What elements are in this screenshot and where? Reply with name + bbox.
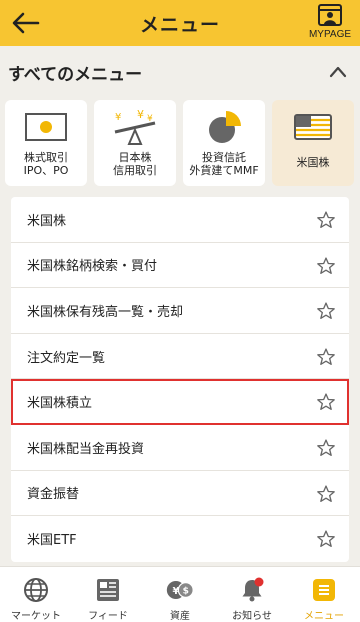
list-item-label: 米国株保有残高一覧・売却 xyxy=(27,304,184,320)
svg-text:¥: ¥ xyxy=(115,112,121,123)
mypage-label: MYPAGE xyxy=(308,29,352,40)
tile-label: 米国株 xyxy=(296,156,330,169)
tile-label: 投資信託 外貨建てMMF xyxy=(189,151,259,177)
star-icon[interactable] xyxy=(316,301,336,321)
notification-dot xyxy=(254,577,264,587)
list-item-label: 米国株銘柄検索・買付 xyxy=(27,259,158,275)
star-icon[interactable] xyxy=(316,529,336,549)
assets-icon: ¥ $ xyxy=(166,580,194,600)
star-icon[interactable] xyxy=(316,256,336,276)
margin-scale-icon: ¥ ¥ ¥ xyxy=(114,108,156,145)
mypage-icon xyxy=(318,4,342,26)
list-item-label: 米国株積立 xyxy=(27,396,93,412)
list-item-dividend-reinvest[interactable]: 米国株配当金再投資 xyxy=(11,425,349,471)
star-icon[interactable] xyxy=(316,484,336,504)
mypage-button[interactable]: MYPAGE xyxy=(304,2,356,44)
list-item-search-buy[interactable]: 米国株銘柄検索・買付 xyxy=(11,243,349,289)
bottom-nav: マーケット フィード ¥ $ 資産 お知らせ メニュー xyxy=(0,566,360,622)
svg-text:¥: ¥ xyxy=(137,108,144,121)
tile-label: 株式取引 IPO、PO xyxy=(23,151,69,177)
nav-label: お知らせ xyxy=(232,611,272,622)
star-icon[interactable] xyxy=(316,347,336,367)
menu-icon xyxy=(313,579,335,601)
nav-menu[interactable]: メニュー xyxy=(288,567,360,622)
list-item-label: 米国株配当金再投資 xyxy=(27,441,145,457)
pie-chart-icon xyxy=(209,111,241,143)
list-item-holdings-sell[interactable]: 米国株保有残高一覧・売却 xyxy=(11,288,349,334)
list-item-label: 米国ETF xyxy=(27,533,77,549)
tile-us-stocks[interactable]: 米国株 xyxy=(272,100,354,186)
nav-feed[interactable]: フィード xyxy=(72,567,144,622)
nav-notifications[interactable]: お知らせ xyxy=(216,567,288,622)
app-header: メニュー MYPAGE xyxy=(0,0,360,46)
section-title: すべてのメニュー xyxy=(8,64,143,85)
nav-label: 資産 xyxy=(170,611,190,622)
section-header: すべてのメニュー xyxy=(0,46,360,98)
nav-market[interactable]: マーケット xyxy=(0,567,72,622)
menu-list: 米国株 米国株銘柄検索・買付 米国株保有残高一覧・売却 注文約定一覧 米国株積立… xyxy=(11,197,349,562)
star-icon[interactable] xyxy=(316,392,336,412)
globe-icon xyxy=(24,578,48,602)
list-item-fund-transfer[interactable]: 資金振替 xyxy=(11,471,349,517)
star-icon[interactable] xyxy=(316,438,336,458)
tile-margin-trading[interactable]: ¥ ¥ ¥ 日本株 信用取引 xyxy=(94,100,176,186)
list-item-orders[interactable]: 注文約定一覧 xyxy=(11,334,349,380)
stock-icon xyxy=(25,113,67,141)
tile-stock-trading[interactable]: 株式取引 IPO、PO xyxy=(5,100,87,186)
list-item-us-stock-accumulation[interactable]: 米国株積立 xyxy=(11,379,349,425)
us-flag-icon xyxy=(294,114,332,140)
nav-assets[interactable]: ¥ $ 資産 xyxy=(144,567,216,622)
nav-label: メニュー xyxy=(304,611,344,622)
svg-text:$: $ xyxy=(183,587,189,597)
page-title: メニュー xyxy=(139,13,220,36)
back-arrow-icon xyxy=(12,12,40,34)
nav-label: マーケット xyxy=(11,611,61,622)
newspaper-icon xyxy=(97,579,119,601)
chevron-up-icon[interactable] xyxy=(328,64,348,80)
tile-investment-trust[interactable]: 投資信託 外貨建てMMF xyxy=(183,100,265,186)
nav-label: フィード xyxy=(88,611,128,622)
list-item-us-etf[interactable]: 米国ETF xyxy=(11,516,349,562)
list-item-label: 米国株 xyxy=(27,213,67,229)
list-item-label: 資金振替 xyxy=(27,487,80,503)
star-icon[interactable] xyxy=(316,210,336,230)
back-button[interactable] xyxy=(10,8,42,38)
tile-label: 日本株 信用取引 xyxy=(113,151,157,177)
category-tiles: 株式取引 IPO、PO ¥ ¥ ¥ 日本株 信用取引 投資信託 外貨建てMMF xyxy=(5,100,357,188)
list-item-us-stocks[interactable]: 米国株 xyxy=(11,197,349,243)
bell-icon xyxy=(242,577,264,602)
list-item-label: 注文約定一覧 xyxy=(27,350,106,366)
